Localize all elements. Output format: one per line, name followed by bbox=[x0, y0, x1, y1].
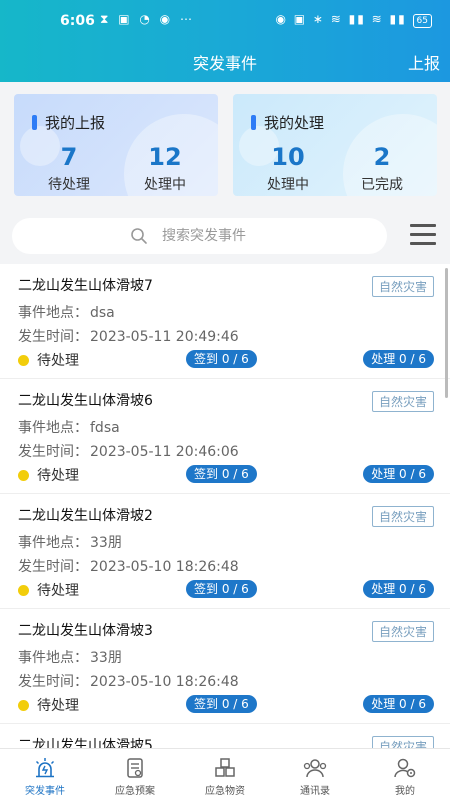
contacts-icon bbox=[303, 759, 327, 778]
event-title: 二龙山发生山体滑坡3 bbox=[18, 623, 153, 639]
battery-icon: 65 bbox=[412, 14, 432, 28]
event-item[interactable]: 二龙山发生山体滑坡5 自然灾害 bbox=[0, 724, 450, 748]
sign-in-count[interactable]: 签到 0 / 6 bbox=[186, 695, 257, 713]
sign-in-count[interactable]: 签到 0 / 6 bbox=[186, 580, 257, 598]
process-count[interactable]: 处理 0 / 6 bbox=[363, 350, 434, 368]
event-item[interactable]: 二龙山发生山体滑坡2 自然灾害 事件地点： 33朋 发生时间： 2023-05-10… bbox=[0, 494, 450, 609]
tab-contacts[interactable]: 通讯录 bbox=[270, 749, 360, 800]
page-title: 突发事件 bbox=[192, 54, 257, 73]
supplies-boxes-icon bbox=[215, 758, 235, 777]
processing-done-stat[interactable]: 2 已完成 bbox=[347, 142, 417, 194]
event-status: 待处理 bbox=[18, 695, 79, 715]
profile-settings-icon bbox=[394, 758, 416, 778]
event-item[interactable]: 二龙山发生山体滑坡3 自然灾害 事件地点： 33朋 发生时间： 2023-05-10… bbox=[0, 609, 450, 724]
tab-emergency-supplies[interactable]: 应急物资 bbox=[180, 749, 270, 800]
status-time: 6:06 bbox=[60, 13, 95, 29]
process-count[interactable]: 处理 0 / 6 bbox=[363, 465, 434, 483]
event-item[interactable]: 二龙山发生山体滑坡7 自然灾害 事件地点： dsa 发生时间： 2023-05-11… bbox=[0, 264, 450, 379]
notification-icons: ⧗ ▣ ◔ ◉ ⋯ bbox=[100, 12, 195, 26]
sign-in-count[interactable]: 签到 0 / 6 bbox=[186, 350, 257, 368]
event-item[interactable]: 二龙山发生山体滑坡6 自然灾害 事件地点： fdsa 发生时间： 2023-05-1… bbox=[0, 379, 450, 494]
process-count[interactable]: 处理 0 / 6 bbox=[363, 695, 434, 713]
event-status: 待处理 bbox=[18, 580, 79, 600]
processing-inprogress-stat[interactable]: 10 处理中 bbox=[253, 142, 323, 194]
tab-profile[interactable]: 我的 bbox=[360, 749, 450, 800]
event-category-tag: 自然灾害 bbox=[371, 391, 434, 412]
app-header: 6:06 ⧗ ▣ ◔ ◉ ⋯ ◉ ▣ ∗ ≋ ▮▮ ≋ ▮▮ 65 突发事件 上… bbox=[0, 0, 450, 82]
reports-processing-stat[interactable]: 12 处理中 bbox=[130, 142, 200, 194]
menu-icon[interactable] bbox=[410, 224, 438, 246]
tab-emergency-plans[interactable]: 应急预案 bbox=[90, 749, 180, 800]
event-location: 事件地点： dsa bbox=[18, 305, 115, 321]
event-location: 事件地点： 33朋 bbox=[18, 650, 122, 666]
status-dot-icon bbox=[18, 585, 29, 596]
sign-in-count[interactable]: 签到 0 / 6 bbox=[186, 465, 257, 483]
status-dot-icon bbox=[18, 700, 29, 711]
search-input[interactable] bbox=[162, 218, 362, 254]
bottom-tab-bar: 突发事件 应急预案 应急物资 通讯录 我的 bbox=[0, 748, 450, 800]
event-category-tag: 自然灾害 bbox=[371, 276, 434, 297]
tab-emergency-events[interactable]: 突发事件 bbox=[0, 749, 90, 800]
event-status: 待处理 bbox=[18, 350, 79, 370]
event-category-tag: 自然灾害 bbox=[371, 621, 434, 642]
my-processing-card[interactable]: 我的处理 10 处理中 2 已完成 bbox=[233, 94, 437, 196]
process-count[interactable]: 处理 0 / 6 bbox=[363, 580, 434, 598]
event-location: 事件地点： 33朋 bbox=[18, 535, 122, 551]
event-location: 事件地点： fdsa bbox=[18, 420, 120, 436]
report-button[interactable]: 上报 bbox=[408, 50, 440, 74]
event-title: 二龙山发生山体滑坡2 bbox=[18, 508, 153, 524]
event-list: 二龙山发生山体滑坡7 自然灾害 事件地点： dsa 发生时间： 2023-05-11… bbox=[0, 264, 450, 748]
search-row bbox=[12, 218, 438, 256]
stat-cards: 我的上报 7 待处理 12 处理中 我的处理 10 处理中 2 已完成 bbox=[14, 94, 437, 196]
event-category-tag: 自然灾害 bbox=[371, 506, 434, 527]
event-title: 二龙山发生山体滑坡5 bbox=[18, 738, 153, 748]
my-reports-card[interactable]: 我的上报 7 待处理 12 处理中 bbox=[14, 94, 218, 196]
event-time: 发生时间： 2023-05-11 20:46:06 bbox=[18, 444, 239, 460]
event-time: 发生时间： 2023-05-10 18:26:48 bbox=[18, 674, 239, 690]
status-dot-icon bbox=[18, 355, 29, 366]
event-title: 二龙山发生山体滑坡6 bbox=[18, 393, 153, 409]
event-category-tag: 自然灾害 bbox=[371, 736, 434, 748]
event-time: 发生时间： 2023-05-10 18:26:48 bbox=[18, 559, 239, 575]
event-title: 二龙山发生山体滑坡7 bbox=[18, 278, 153, 294]
plan-document-icon bbox=[127, 758, 143, 778]
status-bar: 6:06 ⧗ ▣ ◔ ◉ ⋯ ◉ ▣ ∗ ≋ ▮▮ ≋ ▮▮ 65 bbox=[0, 0, 450, 40]
my-processing-title: 我的处理 bbox=[251, 112, 324, 133]
status-dot-icon bbox=[18, 470, 29, 481]
event-status: 待处理 bbox=[18, 465, 79, 485]
event-time: 发生时间： 2023-05-11 20:49:46 bbox=[18, 329, 239, 345]
alarm-icon bbox=[35, 758, 55, 778]
system-icons: ◉ ▣ ∗ ≋ ▮▮ ≋ ▮▮ 65 bbox=[275, 12, 432, 28]
search-icon bbox=[131, 228, 147, 244]
reports-pending-stat[interactable]: 7 待处理 bbox=[34, 142, 104, 194]
my-reports-title: 我的上报 bbox=[32, 112, 105, 133]
search-box[interactable] bbox=[12, 218, 387, 254]
list-scrollbar[interactable] bbox=[445, 268, 448, 398]
